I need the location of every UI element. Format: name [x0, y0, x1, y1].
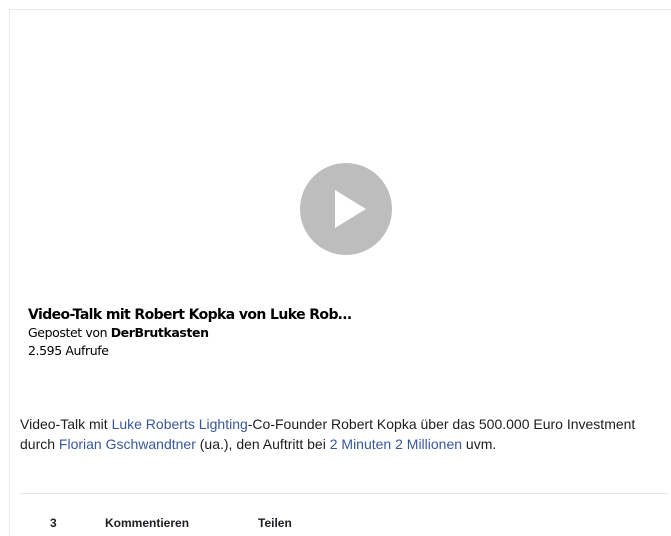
like-count-button[interactable]: 3	[50, 516, 57, 530]
video-info-overlay: Video-Talk mit Robert Kopka von Luke Rob…	[28, 306, 352, 360]
action-bar: 3 Kommentieren Teilen	[10, 516, 671, 536]
video-posted-by: Gepostet von DerBrutkasten	[28, 324, 351, 342]
share-button[interactable]: Teilen	[258, 516, 292, 530]
comment-button[interactable]: Kommentieren	[105, 516, 189, 530]
video-views: 2.595 Aufrufe	[28, 343, 109, 358]
video-title[interactable]: Video-Talk mit Robert Kopka von Luke Rob…	[28, 306, 352, 324]
desc-text-1: Video-Talk mit	[20, 416, 112, 432]
link-2-minuten-2-millionen[interactable]: 2 Minuten 2 Millionen	[330, 436, 462, 452]
play-icon[interactable]	[300, 163, 392, 255]
link-florian-gschwandtner[interactable]: Florian Gschwandtner	[59, 436, 196, 452]
post-card: Video-Talk mit Robert Kopka von Luke Rob…	[9, 9, 671, 536]
posted-by-prefix: Gepostet von	[28, 325, 108, 340]
divider	[20, 493, 668, 494]
posted-by-page[interactable]: DerBrutkasten	[111, 325, 209, 340]
post-description: Video-Talk mit Luke Roberts Lighting-Co-…	[20, 414, 660, 454]
desc-text-4: uvm.	[462, 436, 497, 452]
video-player[interactable]: Video-Talk mit Robert Kopka von Luke Rob…	[10, 10, 671, 388]
link-luke-roberts-lighting[interactable]: Luke Roberts Lighting	[112, 416, 248, 432]
desc-text-3: (ua.), den Auftritt bei	[195, 436, 330, 452]
